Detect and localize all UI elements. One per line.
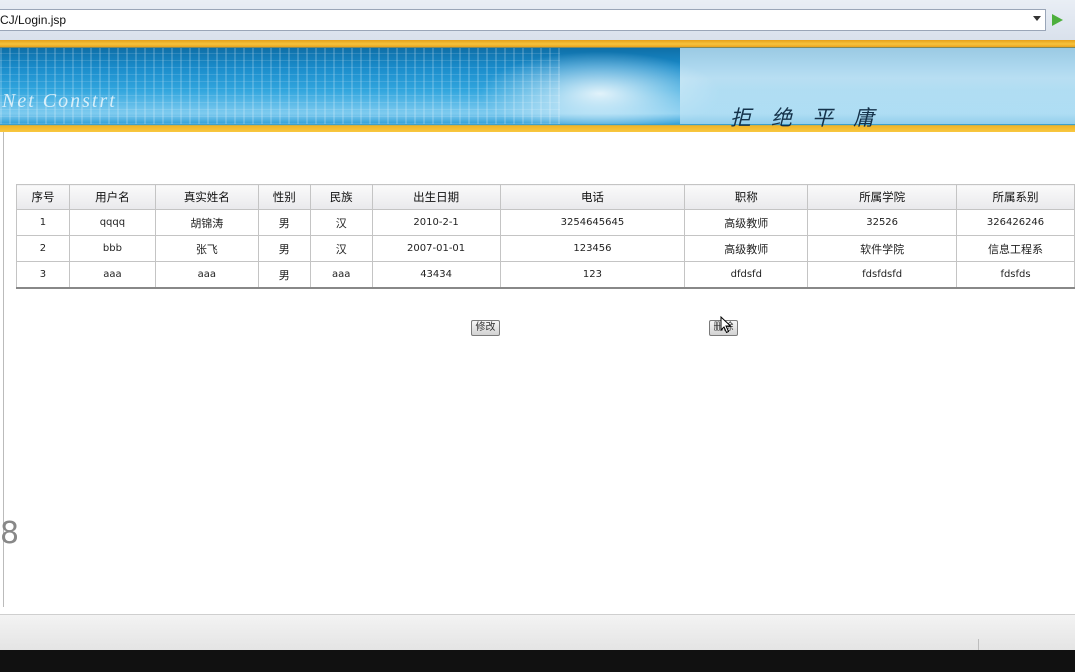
col-header-username: 用户名 xyxy=(68,184,156,210)
mouse-pointer-icon xyxy=(720,315,732,334)
col-header-gender: 性别 xyxy=(257,184,311,210)
cell-gender: 男 xyxy=(257,261,311,289)
col-header-title: 职称 xyxy=(684,184,809,210)
cell-index: 3 xyxy=(16,261,70,289)
cell-birthdate: 2007-01-01 xyxy=(371,235,501,262)
cell-ethnicity: 汉 xyxy=(309,235,373,262)
cell-index: 1 xyxy=(16,209,70,236)
cell-department: fdsfds xyxy=(956,261,1075,289)
browser-toolbar: CJ/Login.jsp xyxy=(0,0,1075,41)
cell-birthdate: 2010-2-1 xyxy=(371,209,501,236)
cell-title: 高级教师 xyxy=(684,235,809,262)
address-bar[interactable]: CJ/Login.jsp xyxy=(0,9,1046,31)
chevron-down-icon[interactable] xyxy=(1033,16,1041,21)
header-banner: Net Constrt 拒绝平庸 xyxy=(0,40,1075,132)
cell-phone: 3254645645 xyxy=(499,209,686,236)
banner-slogan: 拒绝平庸 xyxy=(730,106,894,130)
table-row[interactable]: 2 bbb 张飞 男 汉 2007-01-01 123456 高级教师 软件学院… xyxy=(16,235,1075,262)
col-header-phone: 电话 xyxy=(499,184,686,210)
cell-department: 326426246 xyxy=(956,209,1075,236)
cell-realname: 张飞 xyxy=(154,235,259,262)
cell-title: 高级教师 xyxy=(684,209,809,236)
col-header-realname: 真实姓名 xyxy=(154,184,259,210)
col-header-department: 所属系别 xyxy=(956,184,1075,210)
cell-realname: aaa xyxy=(154,261,259,289)
user-table: 序号 用户名 真实姓名 性别 民族 出生日期 电话 职称 所属学院 所属系别 1… xyxy=(16,184,1075,289)
cell-college: 32526 xyxy=(807,209,958,236)
cell-ethnicity: aaa xyxy=(309,261,373,289)
cell-college: 软件学院 xyxy=(807,235,958,262)
edit-button[interactable]: 修改 xyxy=(471,320,500,336)
col-header-birthdate: 出生日期 xyxy=(371,184,501,210)
cell-username: qqqq xyxy=(68,209,156,236)
cell-department: 信息工程系 xyxy=(956,235,1075,262)
cell-realname: 胡锦涛 xyxy=(154,209,259,236)
frame-edge-mark: 8 xyxy=(0,516,20,551)
address-text: CJ/Login.jsp xyxy=(0,13,67,27)
col-header-college: 所属学院 xyxy=(807,184,958,210)
cell-username: bbb xyxy=(68,235,156,262)
col-header-ethnicity: 民族 xyxy=(309,184,373,210)
video-bottom-bar xyxy=(0,650,1075,672)
table-row[interactable]: 3 aaa aaa 男 aaa 43434 123 dfdsfd fdsfdsf… xyxy=(16,261,1075,289)
cell-phone: 123456 xyxy=(499,235,686,262)
col-header-index: 序号 xyxy=(16,184,70,210)
play-arrow-icon[interactable] xyxy=(1052,14,1063,26)
cell-username: aaa xyxy=(68,261,156,289)
cell-index: 2 xyxy=(16,235,70,262)
cell-title: dfdsfd xyxy=(684,261,809,289)
cell-gender: 男 xyxy=(257,235,311,262)
status-bar xyxy=(0,614,1075,651)
cell-gender: 男 xyxy=(257,209,311,236)
cell-college: fdsfdsfd xyxy=(807,261,958,289)
table-row[interactable]: 1 qqqq 胡锦涛 男 汉 2010-2-1 3254645645 高级教师 … xyxy=(16,209,1075,236)
cell-ethnicity: 汉 xyxy=(309,209,373,236)
table-header-row: 序号 用户名 真实姓名 性别 民族 出生日期 电话 职称 所属学院 所属系别 xyxy=(16,184,1075,210)
cell-birthdate: 43434 xyxy=(371,261,501,289)
banner-brand: Net Constrt xyxy=(2,90,117,112)
cell-phone: 123 xyxy=(499,261,686,289)
